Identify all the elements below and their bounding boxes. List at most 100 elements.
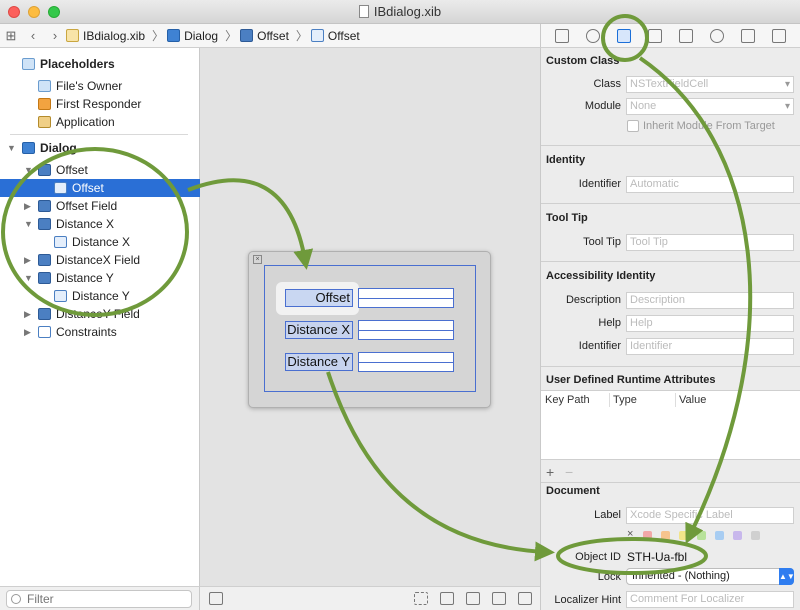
- outline-label: Placeholders: [40, 57, 115, 71]
- disclosure-closed-icon[interactable]: ▶: [24, 323, 31, 341]
- distance-x-label[interactable]: Distance X: [285, 321, 353, 339]
- crumb-file[interactable]: IBdialog.xib: [66, 29, 145, 43]
- window-icon: [167, 29, 181, 42]
- dialog-content-view[interactable]: Offset Distance X Distance Y: [264, 265, 476, 392]
- disclosure-closed-icon[interactable]: ▶: [24, 305, 31, 323]
- related-items-icon[interactable]: ⊞: [0, 28, 22, 44]
- label-color-swatch[interactable]: [733, 531, 742, 540]
- crumb-dialog[interactable]: Dialog: [167, 29, 218, 43]
- distance-y-field[interactable]: [358, 352, 454, 372]
- embed-in-icon[interactable]: [440, 592, 454, 605]
- outline-item-distance-y[interactable]: ▼ Distance Y: [0, 269, 200, 287]
- disclosure-open-icon[interactable]: ▼: [24, 269, 33, 287]
- outline-item-distancey-field[interactable]: ▶ DistanceY Field: [0, 305, 200, 323]
- outline-item-offset-field[interactable]: ▶ Offset Field: [0, 197, 200, 215]
- crumb-offset-cell[interactable]: Offset: [310, 29, 360, 43]
- update-frames-icon[interactable]: [414, 592, 428, 605]
- outline-placeholders[interactable]: Placeholders: [0, 55, 200, 73]
- class-label: Class: [593, 78, 621, 90]
- outline-item-offset[interactable]: ▼ Offset: [0, 161, 200, 179]
- label-color-swatch[interactable]: [679, 531, 688, 540]
- filter-icon: [11, 594, 21, 604]
- offset-field[interactable]: [358, 288, 454, 308]
- label-color-swatch[interactable]: [751, 531, 760, 540]
- pin-icon[interactable]: [492, 592, 506, 605]
- doc-label-placeholder: Xcode Specific Label: [630, 509, 733, 521]
- outline-files-owner[interactable]: File's Owner: [0, 77, 200, 95]
- label-color-swatch[interactable]: [661, 531, 670, 540]
- crumb-label: IBdialog.xib: [83, 28, 146, 43]
- remove-attribute-button[interactable]: −: [565, 464, 573, 480]
- disclosure-open-icon[interactable]: ▼: [24, 215, 33, 233]
- view-icon: [38, 254, 51, 266]
- effects-inspector-icon[interactable]: [771, 28, 786, 43]
- accessibility-identifier-field[interactable]: Identifier: [626, 338, 794, 355]
- no-color-icon[interactable]: ×: [627, 528, 633, 540]
- outline-label: Offset: [72, 181, 104, 195]
- forward-button[interactable]: ›: [44, 28, 66, 43]
- chevron-right-icon: 〉: [225, 29, 238, 43]
- module-combo[interactable]: None: [626, 98, 794, 115]
- distance-y-label[interactable]: Distance Y: [285, 353, 353, 371]
- outline-application[interactable]: Application: [0, 113, 200, 131]
- tooltip-field[interactable]: Tool Tip: [626, 234, 794, 251]
- label-color-swatch[interactable]: [643, 531, 652, 540]
- identity-inspector-icon[interactable]: [617, 28, 632, 43]
- add-attribute-button[interactable]: +: [546, 464, 554, 480]
- object-id-value: STH-Ua-fbl: [627, 550, 688, 564]
- lock-select[interactable]: Inherited - (Nothing) ▲▼: [626, 568, 795, 585]
- col-type[interactable]: Type: [613, 394, 637, 406]
- crumb-label: Dialog: [184, 28, 219, 43]
- col-value[interactable]: Value: [679, 394, 706, 406]
- quick-help-icon[interactable]: [586, 28, 601, 43]
- resolve-issues-icon[interactable]: [518, 592, 532, 605]
- sidebar-toggle-icon[interactable]: [209, 592, 223, 605]
- inherit-module-checkbox[interactable]: [627, 120, 639, 132]
- align-icon[interactable]: [466, 592, 480, 605]
- view-icon: [38, 218, 51, 230]
- identifier-placeholder: Automatic: [630, 178, 679, 190]
- file-inspector-icon[interactable]: [555, 28, 570, 43]
- runtime-attributes-table[interactable]: Key Path Type Value: [541, 390, 800, 460]
- disclosure-closed-icon[interactable]: ▶: [24, 197, 31, 215]
- doc-label-field[interactable]: Xcode Specific Label: [626, 507, 794, 524]
- outline-label: DistanceX Field: [56, 253, 141, 267]
- crumb-offset-view[interactable]: Offset: [240, 29, 289, 43]
- back-button[interactable]: ‹: [22, 28, 44, 43]
- outline-first-responder[interactable]: First Responder: [0, 95, 200, 113]
- label-color-swatch[interactable]: [715, 531, 724, 540]
- disclosure-closed-icon[interactable]: ▶: [24, 251, 31, 269]
- bindings-inspector-icon[interactable]: [740, 28, 755, 43]
- attributes-inspector-icon[interactable]: [648, 28, 663, 43]
- cell-icon: [310, 29, 324, 42]
- close-icon[interactable]: ×: [253, 255, 262, 264]
- section-divider: [541, 203, 800, 204]
- offset-label[interactable]: Offset: [285, 289, 353, 307]
- disclosure-open-icon[interactable]: ▼: [24, 161, 33, 179]
- outline-item-constraints[interactable]: ▶ Constraints: [0, 323, 200, 341]
- outline-filter-input[interactable]: [6, 590, 192, 608]
- help-field[interactable]: Help: [626, 315, 794, 332]
- disclosure-open-icon[interactable]: ▼: [7, 139, 16, 157]
- size-inspector-icon[interactable]: [678, 28, 693, 43]
- localizer-hint-field[interactable]: Comment For Localizer: [626, 591, 794, 608]
- window-title: IBdialog.xib: [373, 4, 442, 19]
- distance-x-field[interactable]: [358, 320, 454, 340]
- outline-item-distancex-field[interactable]: ▶ DistanceX Field: [0, 251, 200, 269]
- dialog-window[interactable]: × Offset Distance X Distance Y: [248, 251, 491, 408]
- col-keypath[interactable]: Key Path: [545, 394, 590, 406]
- connections-inspector-icon[interactable]: [709, 28, 724, 43]
- identifier-field[interactable]: Automatic: [626, 176, 794, 193]
- outline-item-distance-x[interactable]: ▼ Distance X: [0, 215, 200, 233]
- outline-item-distance-y-cell[interactable]: Distance Y: [0, 287, 200, 305]
- outline-dialog[interactable]: ▼ Dialog: [0, 139, 200, 157]
- outline-item-distance-x-cell[interactable]: Distance X: [0, 233, 200, 251]
- identifier-label: Identifier: [578, 178, 621, 190]
- class-combo[interactable]: NSTextFieldCell: [626, 76, 794, 93]
- label-color-swatch[interactable]: [697, 531, 706, 540]
- chevron-right-icon: 〉: [152, 29, 165, 43]
- description-field[interactable]: Description: [626, 292, 794, 309]
- canvas[interactable]: × Offset Distance X Distance Y: [200, 48, 540, 586]
- window-icon: [22, 142, 35, 154]
- outline-item-offset-cell[interactable]: Offset: [0, 179, 200, 197]
